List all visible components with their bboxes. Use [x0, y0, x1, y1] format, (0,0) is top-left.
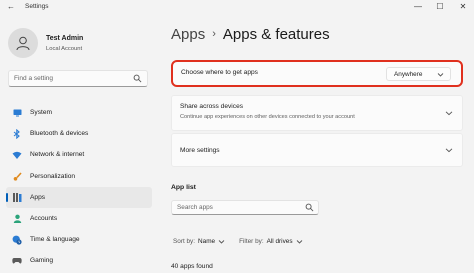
share-across-devices-label: Share across devices	[180, 103, 244, 110]
find-setting-input[interactable]: Find a setting	[8, 70, 148, 87]
sidebar-item-gaming[interactable]: Gaming	[6, 250, 152, 271]
sidebar-item-label: Gaming	[30, 257, 54, 265]
sidebar-item-system[interactable]: System	[6, 102, 152, 123]
more-settings-label: More settings	[180, 147, 220, 154]
sidebar-item-label: Network & internet	[30, 151, 85, 159]
bluetooth-icon	[12, 128, 22, 139]
sidebar-item-label: System	[30, 109, 52, 117]
title-bar: ← Settings — ☐ ✕	[0, 0, 474, 14]
sidebar-item-label: Accounts	[30, 215, 58, 223]
wifi-icon	[12, 150, 22, 160]
sidebar-item-label: Personalization	[30, 172, 76, 180]
filter-by-control[interactable]: Filter by: All drives	[239, 238, 302, 245]
search-icon	[305, 203, 314, 212]
person-icon	[16, 36, 30, 51]
avatar	[8, 28, 38, 58]
sidebar-item-time-language[interactable]: Time & language	[6, 229, 152, 250]
profile-account-type: Local Account	[46, 46, 83, 52]
chevron-down-icon	[296, 240, 302, 244]
apps-found-count: 40 apps found	[171, 263, 213, 270]
sidebar-nav: System Bluetooth & devices Network & int…	[6, 102, 152, 272]
choose-where-to-get-apps-card: Choose where to get apps Anywhere	[171, 60, 463, 87]
search-apps-placeholder: Search apps	[177, 204, 213, 211]
filter-by-label: Filter by:	[239, 238, 264, 245]
breadcrumb-parent[interactable]: Apps	[171, 26, 205, 43]
profile-name: Test Admin	[46, 35, 84, 42]
monitor-icon	[12, 108, 22, 118]
sort-filter-row: Sort by: Name Filter by: All drives	[173, 238, 303, 245]
chevron-down-icon	[218, 240, 225, 244]
sidebar-item-label: Time & language	[30, 236, 80, 244]
breadcrumb: Apps › Apps & features	[171, 26, 330, 43]
sidebar-item-label: Apps	[30, 193, 46, 201]
person-icon	[12, 214, 22, 224]
filter-by-value: All drives	[266, 238, 293, 245]
sidebar-item-accounts[interactable]: Accounts	[6, 208, 152, 229]
maximize-button[interactable]: ☐	[429, 0, 451, 12]
back-arrow-icon[interactable]: ←	[7, 2, 15, 11]
brush-icon	[12, 171, 22, 181]
app-source-value: Anywhere	[394, 70, 423, 78]
sidebar-item-bluetooth[interactable]: Bluetooth & devices	[6, 123, 152, 144]
sort-by-value: Name	[198, 238, 216, 245]
page-title: Apps & features	[222, 26, 330, 43]
share-across-devices-description: Continue app experiences on other device…	[180, 114, 355, 120]
more-settings-card[interactable]: More settings	[171, 133, 463, 167]
sort-by-control[interactable]: Sort by: Name	[173, 238, 225, 245]
sidebar-item-personalization[interactable]: Personalization	[6, 166, 152, 187]
sort-by-label: Sort by:	[173, 238, 196, 245]
gamepad-icon	[12, 256, 22, 266]
app-list-heading: App list	[171, 184, 196, 191]
sidebar-item-network[interactable]: Network & internet	[6, 144, 152, 165]
close-button[interactable]: ✕	[452, 0, 474, 12]
search-apps-input[interactable]: Search apps	[171, 200, 319, 215]
choose-where-label: Choose where to get apps	[181, 69, 258, 76]
chevron-down-icon	[437, 73, 444, 77]
globe-clock-icon	[12, 235, 22, 245]
window-title: Settings	[25, 3, 49, 10]
chevron-down-icon[interactable]	[445, 146, 453, 154]
find-setting-placeholder: Find a setting	[14, 75, 54, 82]
search-icon	[133, 74, 142, 83]
share-across-devices-card[interactable]: Share across devices Continue app experi…	[171, 95, 463, 131]
sidebar: Test Admin Local Account Find a setting …	[0, 14, 160, 273]
sidebar-item-apps[interactable]: Apps	[6, 186, 152, 208]
breadcrumb-separator: ›	[212, 28, 216, 40]
app-source-dropdown[interactable]: Anywhere	[386, 67, 451, 81]
sidebar-item-label: Bluetooth & devices	[30, 130, 89, 138]
minimize-button[interactable]: —	[407, 0, 429, 12]
chevron-down-icon[interactable]	[445, 109, 453, 117]
apps-icon	[12, 192, 22, 202]
